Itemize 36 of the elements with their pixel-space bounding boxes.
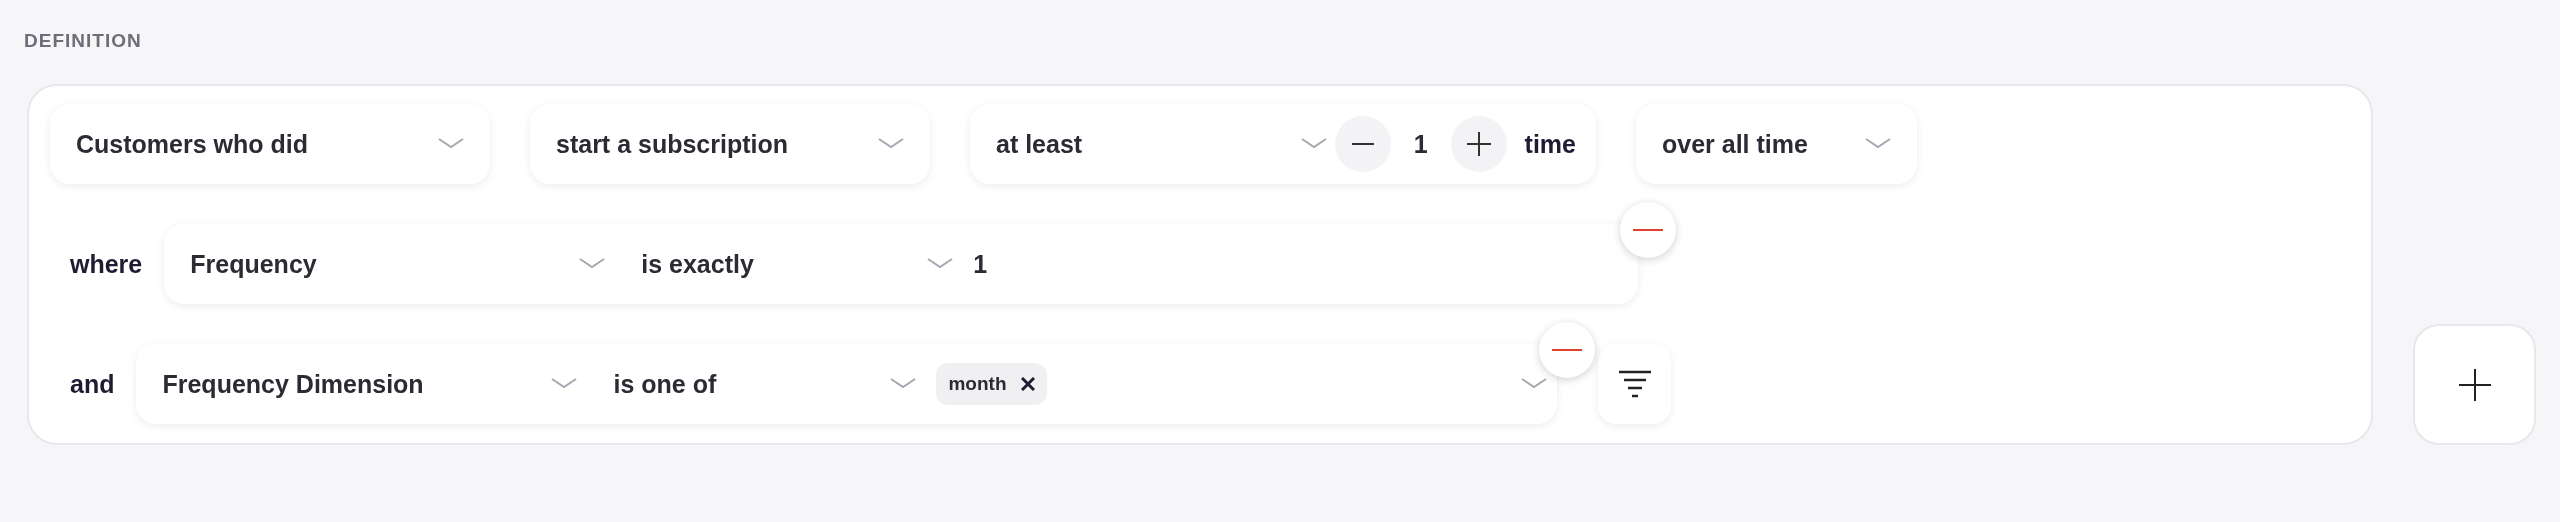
unit-label: time [1524, 129, 1576, 159]
value-dropdown[interactable]: month [926, 344, 1558, 424]
filter-button[interactable] [1598, 344, 1672, 424]
dropdown[interactable]: start a subscription [530, 104, 930, 184]
value-text: 1 [972, 249, 988, 279]
add-button[interactable] [2413, 324, 2536, 445]
dropdown[interactable]: Customers who did [50, 104, 490, 184]
dropdown[interactable]: at least 1 time [970, 104, 1596, 184]
filter-icon [1617, 370, 1652, 398]
count-value: 1 [1412, 129, 1429, 159]
chevron-down-icon [878, 137, 904, 151]
dropdown[interactable]: over all time [1636, 104, 1917, 184]
remove-condition-button[interactable] [1539, 322, 1596, 378]
chevron-down-icon [551, 377, 578, 391]
plus-icon [2458, 368, 2491, 401]
chevron-down-icon [1865, 137, 1891, 151]
minus-icon [1552, 349, 1583, 351]
connector-label: and [70, 369, 115, 399]
chevron-down-icon [1521, 377, 1548, 391]
minus-icon [1351, 143, 1374, 145]
operator-dropdown[interactable]: is one of [603, 344, 927, 424]
connector-label: where [70, 249, 143, 279]
remove-condition-button[interactable] [1620, 202, 1677, 258]
operator-dropdown[interactable]: is exactly [631, 224, 964, 304]
property-dropdown[interactable]: Frequency Dimension [136, 344, 604, 424]
property-dropdown[interactable]: Frequency [164, 224, 632, 304]
minus-icon [1633, 229, 1664, 231]
chevron-down-icon [927, 257, 954, 271]
chevron-down-icon [1300, 137, 1327, 151]
chevron-down-icon [438, 137, 464, 151]
chevron-down-icon [890, 377, 917, 391]
section-heading: DEFINITION [24, 30, 142, 52]
chevron-down-icon [579, 257, 606, 271]
plus-icon [1466, 132, 1491, 156]
value-tag: month [936, 363, 1047, 405]
remove-icon[interactable] [1020, 377, 1035, 391]
